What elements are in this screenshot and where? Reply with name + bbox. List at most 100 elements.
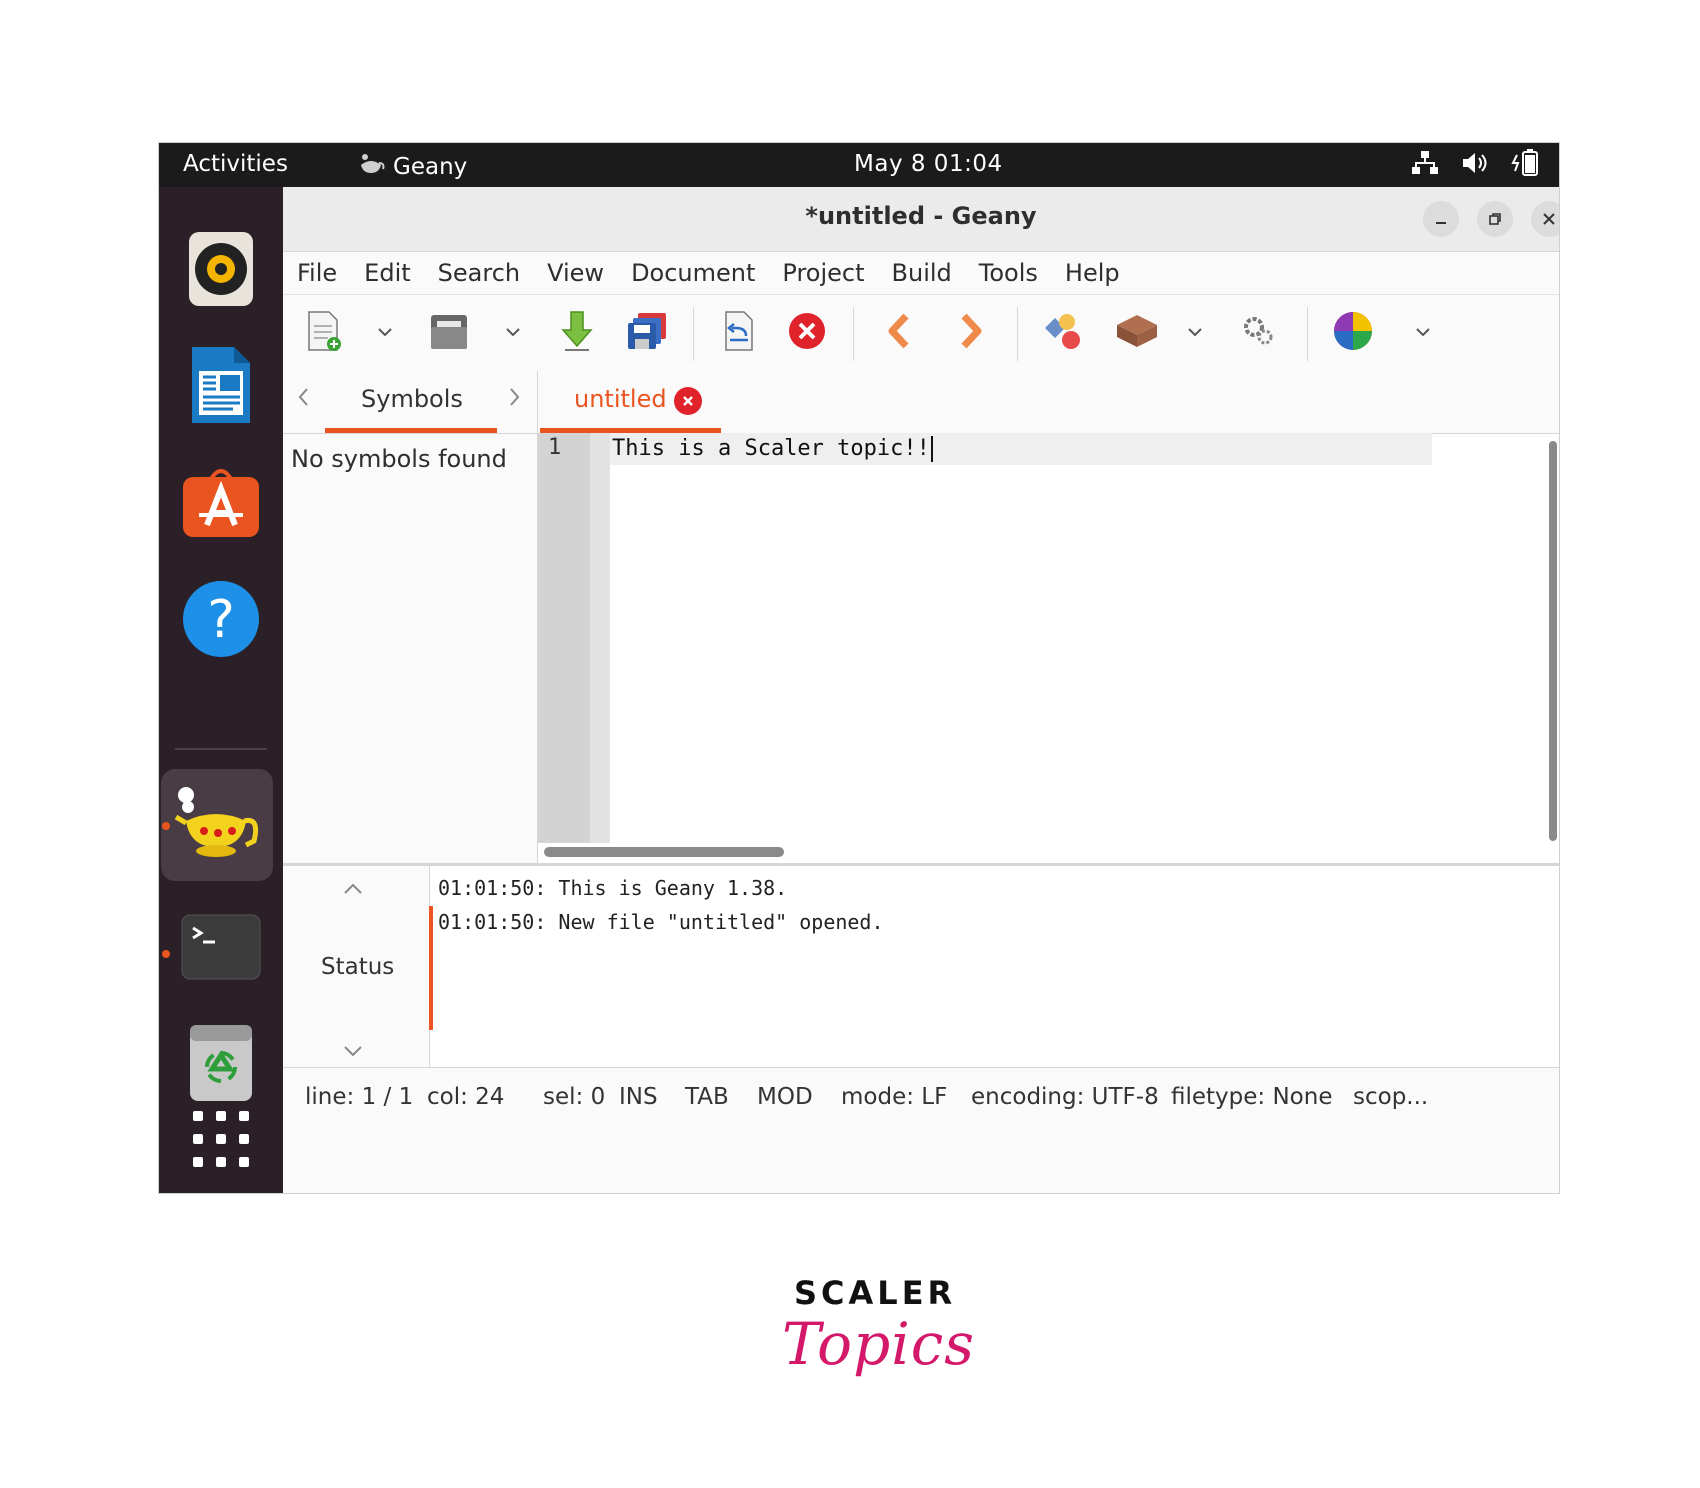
- minimize-button[interactable]: [1423, 201, 1459, 237]
- message-tabs-up[interactable]: [343, 876, 363, 900]
- status-filetype: filetype: None: [1171, 1084, 1333, 1110]
- clock[interactable]: May 8 01:04: [854, 151, 1003, 177]
- dock-writer[interactable]: [173, 339, 269, 435]
- chevron-down-icon: [1187, 321, 1203, 342]
- close-file-button[interactable]: [783, 311, 831, 355]
- color-wheel-icon: [1332, 310, 1374, 356]
- menu-bar: File Edit Search View Document Project B…: [283, 252, 1559, 294]
- close-window-button[interactable]: [1531, 201, 1559, 237]
- terminal-running-indicator: [162, 950, 170, 958]
- menu-view[interactable]: View: [547, 259, 604, 287]
- message-tabs-down[interactable]: [343, 1038, 363, 1062]
- app-name: Geany: [393, 154, 468, 180]
- menu-project[interactable]: Project: [782, 259, 864, 287]
- menu-document[interactable]: Document: [631, 259, 755, 287]
- line-number: 1: [548, 435, 562, 460]
- save-button[interactable]: [553, 311, 601, 355]
- toolbar: [283, 294, 1559, 372]
- menu-build[interactable]: Build: [892, 259, 952, 287]
- close-icon: [1542, 207, 1556, 231]
- svg-text:?: ?: [207, 590, 235, 650]
- status-scope: scop...: [1353, 1084, 1429, 1110]
- toolbar-overflow-dropdown[interactable]: [1411, 319, 1435, 343]
- folder-icon: [427, 311, 471, 355]
- menu-file[interactable]: File: [297, 259, 337, 287]
- sidebar-scroll-right[interactable]: [509, 387, 521, 413]
- title-bar[interactable]: *untitled - Geany: [283, 187, 1559, 252]
- geany-running-indicator: [162, 822, 170, 830]
- status-ins: INS: [619, 1084, 658, 1110]
- app-menu[interactable]: Geany: [357, 151, 467, 183]
- menu-tools[interactable]: Tools: [979, 259, 1038, 287]
- fold-margin: [590, 433, 610, 843]
- open-file-dropdown[interactable]: [501, 319, 525, 343]
- scaler-topics-logo: SCALER Topics: [760, 1270, 974, 1400]
- chevron-left-icon: [297, 388, 309, 413]
- menu-help[interactable]: Help: [1065, 259, 1120, 287]
- activities-button[interactable]: Activities: [183, 151, 288, 177]
- revert-icon: [720, 310, 758, 356]
- dock: ?: [159, 187, 283, 1193]
- symbols-empty-message: No symbols found: [291, 445, 507, 473]
- close-file-icon: [787, 311, 827, 355]
- status-bar: line: 1 / 1 col: 24 sel: 0 INS TAB MOD m…: [283, 1067, 1559, 1130]
- message-window: Status 01:01:50: This is Geany 1.38. 01:…: [283, 863, 1559, 1070]
- menu-search[interactable]: Search: [438, 259, 520, 287]
- status-tab: TAB: [685, 1084, 729, 1110]
- revert-button[interactable]: [715, 311, 763, 355]
- build-dropdown[interactable]: [1183, 319, 1207, 343]
- chevron-right-icon: [509, 388, 521, 413]
- system-tray[interactable]: [1411, 149, 1541, 183]
- status-line: line: 1 / 1: [305, 1084, 414, 1110]
- status-mod: MOD: [757, 1084, 813, 1110]
- code-text: This is a Scaler topic!!: [612, 433, 933, 465]
- status-sel: sel: 0: [543, 1084, 606, 1110]
- build-button[interactable]: [1113, 311, 1161, 355]
- logo-topics-text: Topics: [782, 1310, 976, 1378]
- new-file-dropdown[interactable]: [373, 319, 397, 343]
- navigate-forward-button[interactable]: [947, 311, 995, 355]
- execute-button[interactable]: [1235, 311, 1283, 355]
- terminal-icon: [181, 914, 261, 984]
- dock-show-apps[interactable]: [173, 1093, 269, 1189]
- chevron-up-icon: [343, 876, 363, 900]
- dock-app-center[interactable]: [173, 455, 269, 551]
- toolbar-separator: [853, 307, 854, 361]
- save-all-icon: [626, 311, 668, 355]
- tab-symbols[interactable]: Symbols: [361, 385, 463, 413]
- current-code-line[interactable]: This is a Scaler topic!!: [610, 433, 1432, 465]
- close-tab-button[interactable]: [674, 387, 702, 415]
- volume-icon[interactable]: [1461, 150, 1489, 182]
- menu-edit[interactable]: Edit: [364, 259, 410, 287]
- editor-pane[interactable]: untitled 1 This is a Scaler topic!!: [538, 371, 1559, 863]
- color-chooser-button[interactable]: [1329, 311, 1377, 355]
- top-bar: Activities Geany May 8 01:04: [159, 143, 1559, 187]
- chevron-down-icon: [505, 321, 521, 342]
- open-file-button[interactable]: [425, 311, 473, 355]
- status-tab-indicator: [429, 906, 433, 1030]
- dock-geany[interactable]: [161, 769, 273, 881]
- dock-rhythmbox[interactable]: [173, 223, 269, 319]
- line-number-gutter: 1: [538, 433, 610, 843]
- restore-icon: [1488, 207, 1502, 231]
- tab-untitled[interactable]: untitled: [574, 385, 667, 413]
- navigate-back-button[interactable]: [875, 311, 923, 355]
- vertical-scrollbar[interactable]: [1549, 441, 1557, 841]
- tab-status[interactable]: Status: [321, 954, 394, 980]
- status-message: 01:01:50: New file "untitled" opened.: [438, 910, 884, 934]
- toolbar-separator: [1017, 307, 1018, 361]
- horizontal-scrollbar[interactable]: [544, 847, 784, 857]
- save-all-button[interactable]: [623, 311, 671, 355]
- status-message: 01:01:50: This is Geany 1.38.: [438, 876, 788, 900]
- maximize-button[interactable]: [1477, 201, 1513, 237]
- logo-scaler-text: SCALER: [794, 1274, 957, 1312]
- gears-icon: [1241, 314, 1277, 352]
- network-icon[interactable]: [1411, 150, 1439, 182]
- dock-terminal[interactable]: [173, 901, 269, 997]
- writer-icon: [186, 345, 256, 429]
- battery-icon[interactable]: [1511, 149, 1541, 183]
- compile-button[interactable]: [1039, 311, 1087, 355]
- dock-help[interactable]: ?: [173, 573, 269, 669]
- new-file-button[interactable]: [299, 311, 347, 355]
- sidebar-scroll-left[interactable]: [297, 387, 309, 413]
